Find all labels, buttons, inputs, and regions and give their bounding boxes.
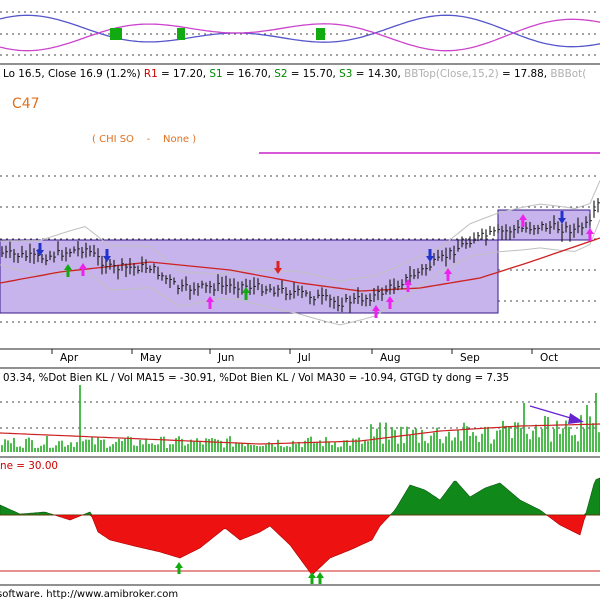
month-label: Jul — [297, 352, 311, 364]
header-segment-0: Lo 16.5, Close 16.9 (1.2%) — [3, 68, 144, 80]
index-subtitle: ( CHI SO - None ) — [92, 134, 196, 145]
header-segment-3: S1 — [209, 68, 222, 80]
month-label: Sep — [460, 352, 480, 364]
oscillator-buy-arrow — [316, 572, 324, 584]
month-label: May — [140, 352, 162, 364]
indicator-header: Lo 16.5, Close 16.9 (1.2%) R1 = 17.20, S… — [3, 68, 586, 80]
header-segment-5: S2 — [274, 68, 287, 80]
header-segment-2: = 17.20, — [158, 68, 210, 80]
header-segment-4: = 16.70, — [223, 68, 275, 80]
oscillator-panel — [0, 477, 600, 584]
price-panel — [0, 152, 600, 326]
header-segment-9: BBTop(Close,15,2) — [404, 68, 499, 80]
wave-marker — [316, 28, 325, 40]
oscillator-negative-area — [0, 514, 600, 576]
oscillator-positive-area — [0, 477, 600, 516]
chart-root: Lo 16.5, Close 16.9 (1.2%) R1 = 17.20, S… — [0, 0, 600, 600]
header-segment-1: R1 — [144, 68, 158, 80]
month-label: Oct — [540, 352, 558, 364]
month-label: Apr — [60, 352, 79, 364]
volume-ma-line — [0, 423, 600, 445]
wave-marker — [110, 28, 122, 40]
volume-panel — [0, 385, 600, 452]
header-segment-8: = 14.30, — [352, 68, 404, 80]
header-segment-11: BBBot( — [550, 68, 586, 80]
header-segment-7: S3 — [339, 68, 352, 80]
wave-line-a — [0, 14, 600, 48]
month-axis: Apr May Jun Jul Aug Sep Oct — [51, 349, 558, 364]
header-segment-10: = 17.88, — [499, 68, 551, 80]
oscillator-buy-arrow — [308, 572, 316, 584]
footer-credit: software. http://www.amibroker.com — [0, 589, 178, 600]
month-label: Jun — [217, 352, 234, 364]
stock-chart: Lo 16.5, Close 16.9 (1.2%) R1 = 17.20, S… — [0, 11, 600, 600]
wave-panel — [0, 11, 600, 56]
month-label: Aug — [380, 352, 401, 364]
trend-arrow — [529, 405, 575, 420]
oscillator-header: ne = 30.00 — [0, 460, 58, 472]
header-segment-6: = 15.70, — [288, 68, 340, 80]
ticker-label: C47 — [12, 96, 40, 112]
oscillator-buy-arrow — [175, 562, 183, 574]
volume-header: 03.34, %Dot Bien KL / Vol MA15 = -30.91,… — [3, 373, 509, 384]
wave-line-b — [0, 18, 600, 52]
wave-marker — [177, 28, 185, 40]
